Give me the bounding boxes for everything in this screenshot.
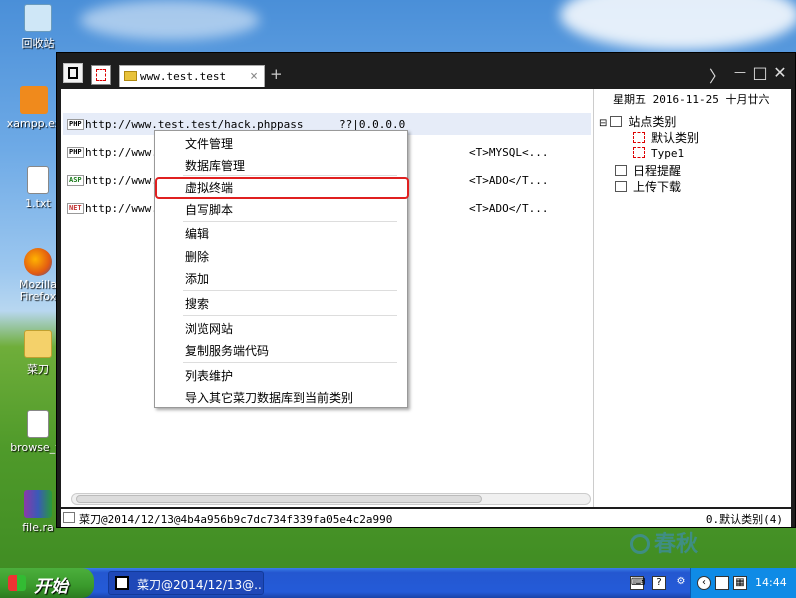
menu-separator bbox=[183, 221, 397, 222]
tab-label: www.test.test bbox=[140, 70, 227, 83]
window-icon bbox=[68, 67, 78, 79]
category-icon bbox=[633, 132, 645, 143]
sidebar: 星期五 2016-11-25 十月廿六 ⊟ 站点类别 默认类别 Type1 日程提… bbox=[595, 89, 791, 507]
start-button[interactable]: 开始 bbox=[0, 568, 94, 598]
taskbar-item-caidao[interactable]: 菜刀@2014/12/13@... bbox=[108, 571, 264, 595]
category-icon bbox=[633, 147, 645, 158]
tab-www-test-test[interactable]: www.test.test × bbox=[119, 65, 265, 87]
horizontal-scrollbar[interactable] bbox=[71, 493, 591, 505]
text-file-icon bbox=[27, 166, 49, 194]
tree-node-schedule[interactable]: 日程提醒 bbox=[615, 162, 681, 179]
menu-separator bbox=[183, 362, 397, 363]
clock: 14:44 bbox=[755, 576, 787, 589]
menu-item-file-manager[interactable]: 文件管理 bbox=[185, 135, 233, 152]
menu-item-delete[interactable]: 删除 bbox=[185, 248, 209, 265]
status-text: 菜刀@2014/12/13@4b4a956b9c7dc734f339fa05e4… bbox=[79, 513, 393, 526]
tab-bar: www.test.test × + 〉 — □ ✕ bbox=[57, 53, 795, 87]
tree-label: 默认类别 bbox=[651, 131, 700, 145]
start-label: 开始 bbox=[34, 577, 68, 597]
file-icon bbox=[27, 410, 49, 438]
php-type-icon: PHP bbox=[67, 147, 84, 158]
context-menu: 文件管理 数据库管理 虚拟终端 自写脚本 编辑 删除 添加 搜索 浏览网站 复制… bbox=[154, 130, 409, 408]
asp-type-icon: ASP bbox=[67, 175, 84, 186]
menu-item-edit[interactable]: 编辑 bbox=[185, 225, 209, 242]
tree-collapse-icon[interactable]: ⊟ bbox=[599, 118, 607, 129]
help-icon[interactable]: ? bbox=[652, 576, 666, 590]
network-icon[interactable]: ▦ bbox=[733, 576, 747, 590]
scrollbar-thumb[interactable] bbox=[76, 495, 482, 503]
folder-icon bbox=[124, 71, 137, 81]
folder-icon bbox=[24, 330, 52, 358]
row-url: http://www.m bbox=[85, 174, 165, 187]
category-icon bbox=[610, 116, 623, 127]
sky-cloud bbox=[560, 0, 796, 50]
menu-item-browse-site[interactable]: 浏览网站 bbox=[185, 320, 233, 337]
menu-item-custom-script[interactable]: 自写脚本 bbox=[185, 201, 233, 218]
status-category-count: 0.默认类别(4) bbox=[705, 513, 783, 526]
row-config: <T>MYSQL<... bbox=[469, 146, 549, 159]
row-url: http://www.m bbox=[85, 202, 165, 215]
sky-cloud bbox=[80, 0, 260, 40]
status-icon bbox=[63, 512, 75, 523]
menu-separator bbox=[183, 175, 397, 176]
tree-node-type1[interactable]: Type1 bbox=[633, 146, 684, 160]
menu-separator bbox=[183, 315, 397, 316]
close-button[interactable]: ✕ bbox=[771, 63, 789, 82]
maximize-button[interactable]: □ bbox=[751, 63, 769, 82]
watermark-logo-icon bbox=[630, 534, 650, 554]
watermark-text: 春秋 bbox=[654, 532, 699, 557]
php-type-icon: PHP bbox=[67, 119, 84, 130]
transfer-icon bbox=[615, 181, 627, 192]
row-url: http://www.m bbox=[85, 146, 165, 159]
window-icon[interactable] bbox=[715, 576, 729, 590]
schedule-icon bbox=[615, 165, 627, 176]
menu-separator bbox=[183, 290, 397, 291]
tab-home[interactable] bbox=[91, 65, 111, 85]
firefox-icon bbox=[24, 248, 52, 276]
taskbar: 开始 菜刀@2014/12/13@... ⌨ ? ⚙ ‹ ▦ 14:44 bbox=[0, 568, 796, 598]
desktop-icon-label: xampp.ex bbox=[6, 117, 62, 130]
keyboard-icon[interactable]: ⌨ bbox=[630, 576, 645, 590]
tree-label: 日程提醒 bbox=[633, 164, 682, 178]
taskbar-item-label: 菜刀@2014/12/13@... bbox=[137, 578, 264, 592]
rar-archive-icon bbox=[24, 490, 52, 518]
desktop-icon-label: 回收站 bbox=[21, 37, 55, 50]
chevron-left-icon[interactable]: ‹ bbox=[697, 576, 711, 590]
tree-label: Type1 bbox=[651, 147, 685, 160]
recycle-bin-icon bbox=[24, 4, 52, 32]
new-tab-button[interactable]: + bbox=[270, 65, 283, 83]
xampp-icon bbox=[20, 86, 48, 114]
tree-node-upload-download[interactable]: 上传下载 bbox=[615, 178, 681, 195]
menu-item-list-maintenance[interactable]: 列表维护 bbox=[185, 367, 233, 384]
menu-item-search[interactable]: 搜索 bbox=[185, 295, 209, 312]
settings-icon[interactable]: ⚙ bbox=[674, 576, 688, 590]
tab-close-icon[interactable]: × bbox=[250, 69, 258, 84]
tree-label: 站点类别 bbox=[628, 115, 677, 129]
highlight-box bbox=[155, 177, 409, 199]
chevron-right-icon[interactable]: 〉 bbox=[708, 63, 726, 87]
minimize-button[interactable]: — bbox=[731, 65, 749, 79]
window-icon bbox=[115, 576, 129, 590]
date-display: 星期五 2016-11-25 十月廿六 bbox=[613, 93, 770, 106]
desktop-icon-recycle-bin[interactable]: 回收站 bbox=[8, 4, 68, 51]
menu-item-import-database[interactable]: 导入其它菜刀数据库到当前类别 bbox=[185, 389, 353, 406]
menu-item-database-manager[interactable]: 数据库管理 bbox=[185, 157, 245, 174]
system-tray: ‹ ▦ 14:44 bbox=[690, 568, 796, 598]
row-config: <T>ADO</T... bbox=[469, 174, 549, 187]
row-config: <T>ADO</T... bbox=[469, 202, 549, 215]
menu-item-add[interactable]: 添加 bbox=[185, 270, 209, 287]
windows-logo-icon bbox=[8, 575, 26, 591]
tree-label: 上传下载 bbox=[633, 180, 682, 194]
home-tab-icon bbox=[96, 69, 106, 81]
tree-node-default-category[interactable]: 默认类别 bbox=[633, 129, 699, 146]
net-type-icon: NET bbox=[67, 203, 84, 214]
watermark: 春秋 bbox=[630, 526, 698, 558]
status-bar: 菜刀@2014/12/13@4b4a956b9c7dc734f339fa05e4… bbox=[61, 509, 791, 527]
desktop-icon-xampp[interactable]: xampp.ex bbox=[4, 86, 64, 130]
window-menu-button[interactable] bbox=[63, 63, 83, 83]
menu-item-copy-server-code[interactable]: 复制服务端代码 bbox=[185, 342, 269, 359]
tree-node-site-categories[interactable]: ⊟ 站点类别 bbox=[599, 113, 676, 130]
